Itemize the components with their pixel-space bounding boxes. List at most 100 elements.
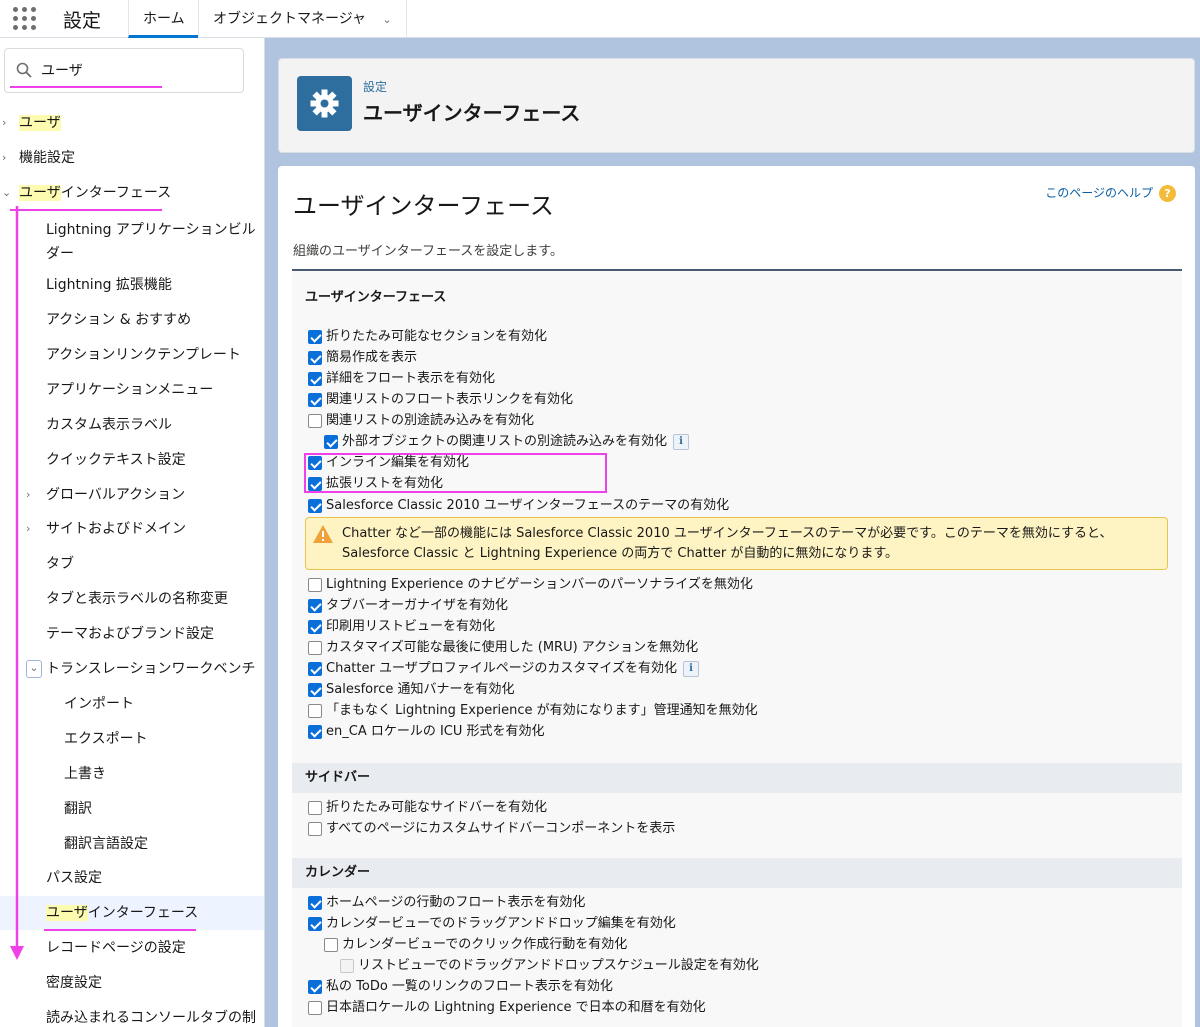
checkbox[interactable] (308, 801, 322, 815)
checkbox[interactable] (308, 477, 322, 491)
checkbox[interactable] (308, 414, 322, 428)
checkbox[interactable] (308, 662, 322, 676)
page-header: 設定 ユーザインターフェース (278, 58, 1195, 153)
search-icon (16, 62, 32, 78)
checkbox-label: 日本語ロケールの Lightning Experience で日本の和暦を有効化 (326, 1000, 706, 1015)
checkbox-label: 関連リストの別途読み込みを有効化 (326, 413, 535, 428)
sidebar-item-label: テーマおよびブランド設定 (46, 626, 214, 642)
page-header-title: ユーザインターフェース (363, 101, 581, 125)
checkbox-label: 外部オブジェクトの関連リストの別途読み込みを有効化 i (342, 432, 690, 452)
sidebar-item-label: エクスポート (64, 731, 148, 747)
sidebar-item-label: トランスレーションワークベンチ (46, 661, 256, 677)
sidebar-item[interactable]: 翻訳言語設定 (0, 827, 264, 861)
checkbox[interactable] (308, 372, 322, 386)
help-link-label: このページのヘルプ (1045, 186, 1153, 200)
checkbox[interactable] (308, 499, 322, 513)
checkbox[interactable] (308, 351, 322, 365)
help-link[interactable]: このページのヘルプ? (1045, 184, 1176, 202)
sidebar-item[interactable]: レコードページの設定 (0, 931, 264, 965)
sidebar-item[interactable]: › 機能設定 (0, 141, 264, 175)
checkbox-label: Salesforce Classic 2010 ユーザインターフェースのテーマの… (326, 498, 730, 513)
sidebar-item[interactable]: テーマおよびブランド設定 (0, 617, 264, 651)
sidebar-item[interactable]: ⌄ トランスレーションワークベンチ (0, 652, 264, 686)
sidebar-item[interactable]: タブと表示ラベルの名称変更 (0, 582, 264, 616)
info-icon[interactable]: i (673, 433, 690, 450)
sidebar-item[interactable]: Lightning 拡張機能 (0, 268, 264, 302)
page-description: 組織のユーザインターフェースを設定します。 (293, 244, 564, 259)
sidebar-item-label: パス設定 (46, 870, 102, 886)
chevron-right-icon[interactable]: › (2, 141, 6, 175)
chevron-down-icon[interactable]: ⌄ (382, 1, 391, 39)
checkbox[interactable] (308, 393, 322, 407)
annotation-underline (44, 929, 196, 931)
checkbox[interactable] (308, 620, 322, 634)
sidebar-item[interactable]: 密度設定 (0, 966, 264, 1000)
sidebar-item[interactable]: 上書き (0, 757, 264, 791)
checkbox-label: 私の ToDo 一覧のリンクのフロート表示を有効化 (326, 979, 613, 994)
sidebar-item[interactable]: アクションリンクテンプレート (0, 338, 264, 372)
tab-home[interactable]: ホーム (128, 0, 199, 38)
sidebar-item[interactable]: 読み込まれるコンソールタブの制 (0, 1001, 264, 1027)
sidebar-item-label: サイトおよびドメイン (46, 521, 186, 537)
warning-message: Chatter など一部の機能には Salesforce Classic 201… (305, 517, 1168, 570)
sidebar-item[interactable]: Lightning アプリケーションビル ダー (0, 215, 264, 265)
info-icon[interactable]: i (683, 660, 700, 677)
checkbox-label: 関連リストのフロート表示リンクを有効化 (326, 392, 574, 407)
checkbox-label: en_CA ロケールの ICU 形式を有効化 (326, 724, 545, 739)
chevron-right-icon[interactable]: › (2, 106, 6, 140)
sidebar-item[interactable]: › ユーザ (0, 106, 264, 140)
checkbox[interactable] (308, 725, 322, 739)
sidebar-item[interactable]: タブ (0, 547, 264, 581)
sidebar-item-label: タブ (46, 556, 74, 572)
sidebar-item[interactable]: パス設定 (0, 861, 264, 895)
checkbox-label: 拡張リストを有効化 (326, 476, 444, 491)
sidebar-item[interactable]: アクション & おすすめ (0, 303, 264, 337)
tab-home-label: ホーム (143, 11, 185, 27)
checkbox[interactable] (308, 683, 322, 697)
sidebar-item[interactable]: クイックテキスト設定 (0, 443, 264, 477)
checkbox[interactable] (308, 330, 322, 344)
search-input[interactable] (39, 58, 229, 82)
checkbox (340, 959, 354, 973)
sidebar-item[interactable]: › グローバルアクション (0, 478, 264, 512)
sidebar-item-label: Lightning アプリケーションビル ダー (46, 222, 256, 262)
tab-object-manager[interactable]: オブジェクトマネージャ ⌄ (198, 0, 407, 38)
search-highlight: ユーザ (19, 115, 61, 131)
tab-object-manager-label: オブジェクトマネージャ (213, 11, 367, 27)
sidebar-item[interactable]: エクスポート (0, 722, 264, 756)
sidebar-item[interactable]: › サイトおよびドメイン (0, 512, 264, 546)
checkbox[interactable] (308, 578, 322, 592)
checkbox[interactable] (308, 641, 322, 655)
breadcrumb[interactable]: 設定 (363, 78, 387, 95)
checkbox[interactable] (308, 599, 322, 613)
sidebar-item[interactable]: 翻訳 (0, 792, 264, 826)
section-header-calendar: カレンダー (292, 858, 1182, 888)
top-bar: 設定 ホーム オブジェクトマネージャ ⌄ (0, 0, 1200, 38)
checkbox[interactable] (324, 435, 338, 449)
chevron-down-icon[interactable]: ⌄ (2, 176, 11, 210)
chevron-down-icon[interactable]: ⌄ (26, 660, 42, 678)
app-launcher-icon[interactable] (13, 7, 37, 31)
checkbox[interactable] (308, 704, 322, 718)
sidebar-item[interactable]: ⌄ ユーザインターフェース (0, 176, 264, 210)
sidebar-item-label: グローバルアクション (46, 487, 186, 503)
checkbox[interactable] (308, 1001, 322, 1015)
sidebar-item[interactable]: インポート (0, 687, 264, 721)
sidebar-item-label: アプリケーションメニュー (46, 382, 214, 398)
checkbox-label: カレンダービューでのドラッグアンドドロップ編集を有効化 (326, 916, 676, 931)
sidebar-item[interactable]: アプリケーションメニュー (0, 373, 264, 407)
checkbox-label: タブバーオーガナイザを有効化 (326, 598, 509, 613)
sidebar-item-label: ユーザインターフェース (19, 185, 172, 201)
sidebar-item[interactable]: ユーザインターフェース (0, 896, 264, 930)
checkbox-label: 「まもなく Lightning Experience が有効になります」管理通知… (326, 703, 758, 718)
checkbox[interactable] (308, 980, 322, 994)
checkbox[interactable] (308, 822, 322, 836)
checkbox-label: 印刷用リストビューを有効化 (326, 619, 496, 634)
checkbox-label: リストビューでのドラッグアンドドロップスケジュール設定を有効化 (358, 958, 759, 973)
settings-panel: ユーザインターフェース サイドバー カレンダー Chatter など一部の機能に… (292, 269, 1182, 1027)
checkbox[interactable] (308, 917, 322, 931)
sidebar-item[interactable]: カスタム表示ラベル (0, 408, 264, 442)
checkbox[interactable] (308, 456, 322, 470)
checkbox[interactable] (308, 896, 322, 910)
checkbox[interactable] (324, 938, 338, 952)
